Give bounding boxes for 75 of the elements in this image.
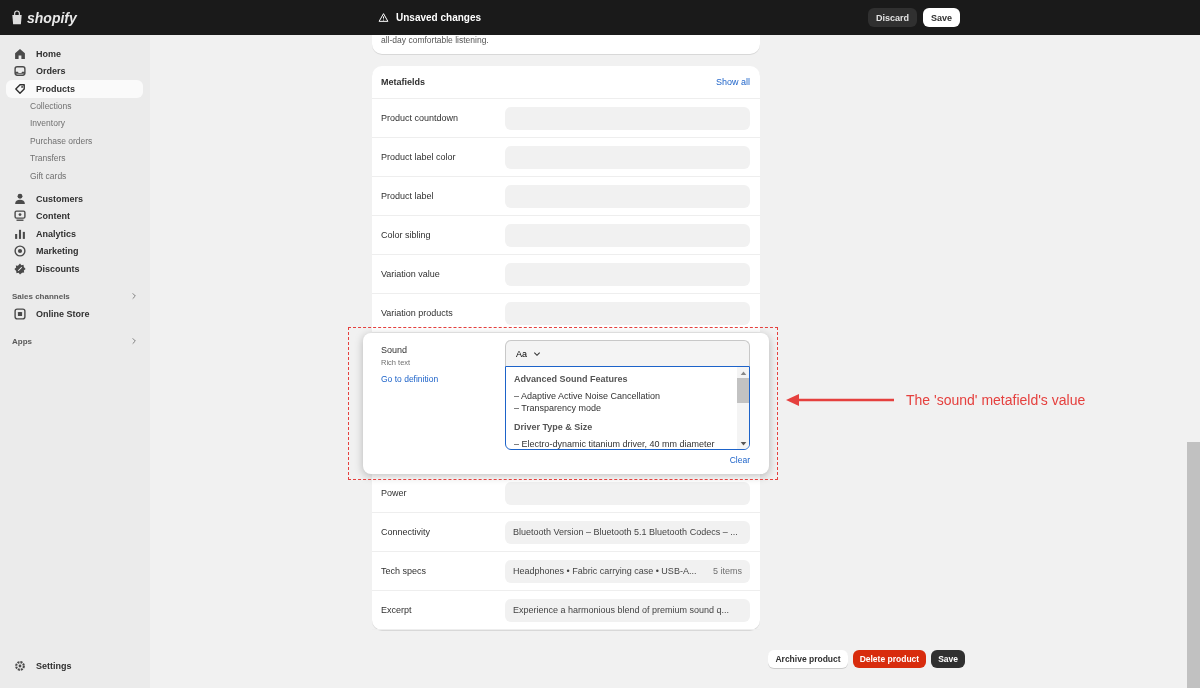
save-button[interactable]: Save bbox=[922, 8, 960, 27]
field-value: Experience a harmonious blend of premium sound q... bbox=[513, 605, 730, 615]
section-header[interactable]: Apps bbox=[6, 332, 143, 350]
scrollbar-thumb[interactable] bbox=[1187, 442, 1200, 688]
show-all-link[interactable]: Show all bbox=[715, 77, 750, 87]
inbox-icon bbox=[13, 64, 27, 79]
nav-subitem[interactable]: Purchase orders bbox=[6, 132, 143, 150]
nav-item[interactable]: Analytics bbox=[6, 225, 143, 243]
scroll-up-icon bbox=[739, 370, 747, 376]
settings-item[interactable]: Settings bbox=[6, 657, 143, 675]
field-label: Sound bbox=[381, 345, 409, 355]
shopping-bag-icon bbox=[10, 8, 24, 27]
nav-item[interactable]: Products bbox=[6, 80, 143, 98]
nav-item[interactable]: Customers bbox=[6, 190, 143, 208]
monitor-icon bbox=[13, 209, 27, 224]
field-label: Variation products bbox=[381, 308, 454, 318]
nav-subitem[interactable]: Gift cards bbox=[6, 167, 143, 185]
status-text: Unsaved changes bbox=[396, 12, 482, 23]
caret-icon bbox=[533, 349, 541, 358]
field-value: Headphones • Fabric carrying case • USB-A... bbox=[513, 566, 697, 576]
input-field[interactable] bbox=[505, 481, 750, 505]
field-label: Product label color bbox=[381, 152, 457, 162]
item-count: 5 items bbox=[713, 566, 742, 576]
nav-item[interactable]: Discounts bbox=[6, 260, 143, 278]
discard-button[interactable]: Discard bbox=[867, 8, 917, 27]
field-label: Product countdown bbox=[381, 113, 460, 123]
scrollbar-thumb[interactable] bbox=[737, 378, 749, 403]
editor-line: – Electro-dynamic titanium driver, 40 mm diameter bbox=[514, 438, 716, 449]
editor-line: – Adaptive Active Noise Cancellation bbox=[514, 390, 662, 402]
nav-item[interactable]: Marketing bbox=[6, 242, 143, 260]
description-text: all-day comfortable listening. bbox=[381, 35, 490, 45]
archive-button[interactable]: Archive product bbox=[768, 650, 848, 668]
rich-text-editor[interactable]: Advanced Sound Features – Adaptive Active Noise Cancellation – Transparency mode Driver Type & Size – Electro-dynamic titanium driver, 40 mm diameter bbox=[505, 366, 750, 450]
warning-icon bbox=[378, 12, 389, 23]
tag-icon bbox=[13, 81, 27, 96]
section-header[interactable]: Sales channels bbox=[6, 287, 143, 305]
person-icon bbox=[13, 191, 27, 206]
editor-heading: Driver Type & Size bbox=[514, 422, 594, 432]
field-value: Bluetooth Version – Bluetooth 5.1 Bluetooth Codecs – ... bbox=[513, 527, 738, 537]
nav-item[interactable]: Orders bbox=[6, 62, 143, 80]
storefront-icon bbox=[13, 306, 27, 321]
field-label: Tech specs bbox=[381, 566, 428, 576]
editor-heading: Advanced Sound Features bbox=[514, 374, 629, 384]
field-label: Color sibling bbox=[381, 230, 432, 240]
nav-item[interactable]: Content bbox=[6, 207, 143, 225]
delete-button[interactable]: Delete product bbox=[852, 650, 927, 668]
definition-link[interactable]: Go to definition bbox=[381, 374, 505, 384]
field-label: Product label bbox=[381, 191, 435, 201]
annotation-text: The 'sound' metafield's value bbox=[906, 392, 1086, 408]
nav-item[interactable]: Home bbox=[6, 45, 143, 63]
field-label: Connectivity bbox=[381, 527, 432, 537]
editor-line: – Transparency mode bbox=[514, 402, 603, 414]
save-button[interactable]: Save bbox=[931, 650, 965, 668]
field-label: Power bbox=[381, 488, 408, 498]
chevron-right-icon bbox=[130, 337, 138, 346]
field-label: Excerpt bbox=[381, 605, 413, 615]
nav-subitem[interactable]: Inventory bbox=[6, 115, 143, 133]
editor-scrollbar[interactable] bbox=[737, 367, 749, 449]
field-label: Variation value bbox=[381, 269, 441, 279]
scroll-down-icon bbox=[739, 441, 747, 447]
badge-icon bbox=[13, 261, 27, 276]
logo-text: shopify bbox=[27, 9, 77, 26]
nav-subitem[interactable]: Collections bbox=[6, 97, 143, 115]
settings-icon bbox=[13, 659, 27, 674]
nav-subitem[interactable]: Transfers bbox=[6, 150, 143, 168]
nav-item[interactable]: Online Store bbox=[6, 305, 143, 323]
input-field[interactable]: Bluetooth Version – Bluetooth 5.1 Bluetooth Codecs – ... bbox=[505, 520, 750, 544]
card-title: Metafields bbox=[381, 77, 425, 87]
input-field[interactable]: Headphones • Fabric carrying case • USB-A... 5 items bbox=[505, 559, 750, 583]
input-field[interactable]: Experience a harmonious blend of premium sound q... bbox=[505, 598, 750, 622]
clear-link[interactable]: Clear bbox=[729, 455, 750, 465]
target-icon bbox=[13, 244, 27, 259]
arrow-icon bbox=[784, 394, 894, 406]
chevron-right-icon bbox=[130, 292, 138, 301]
text-format-dropdown[interactable]: Aa bbox=[514, 346, 543, 361]
